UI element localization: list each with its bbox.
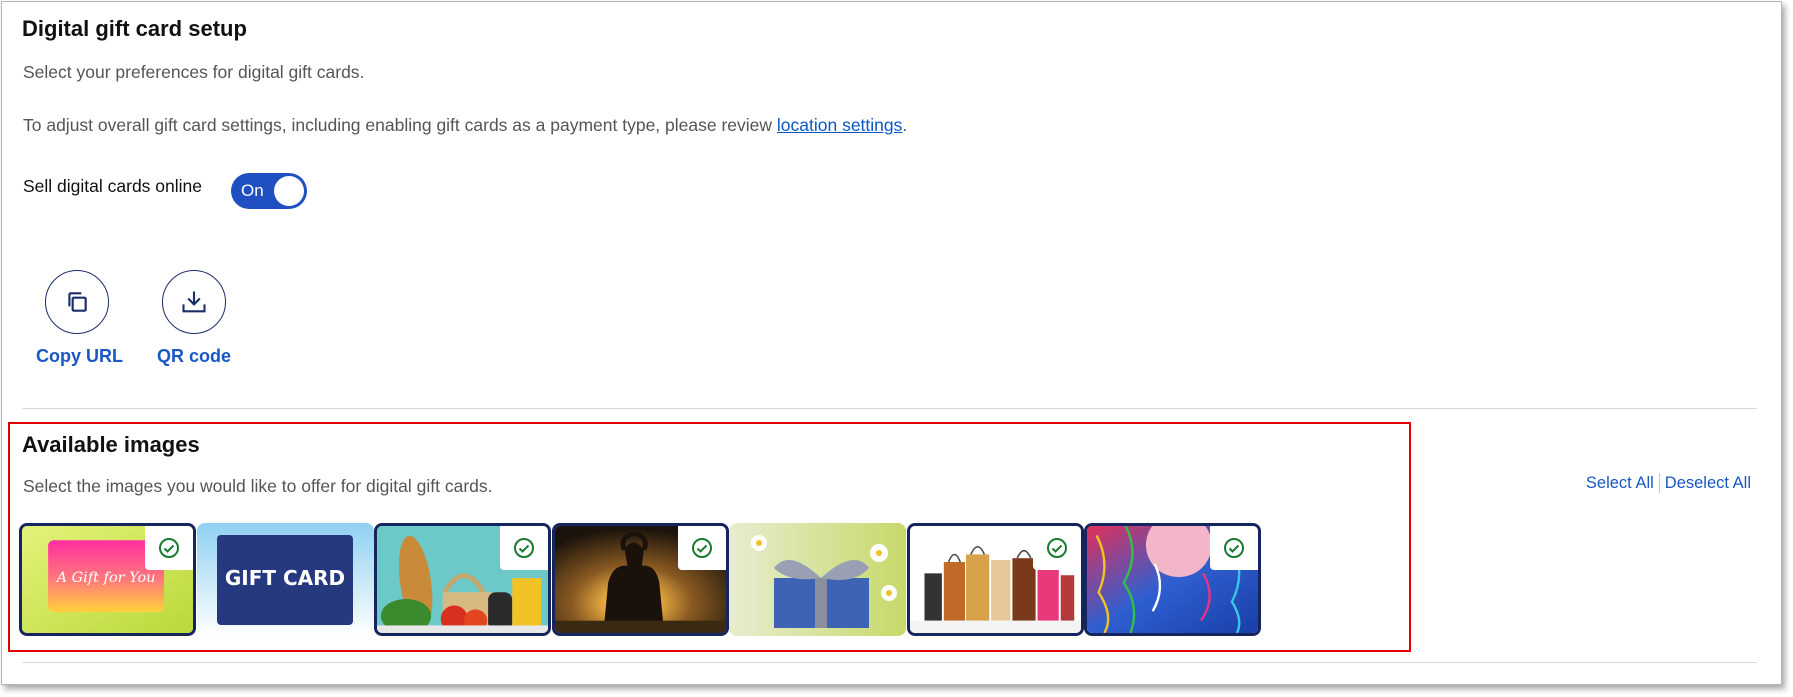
copy-url-button[interactable]: Copy URL: [36, 270, 123, 367]
sell-online-toggle[interactable]: On: [231, 173, 307, 209]
download-icon: [162, 270, 226, 334]
section-divider: [22, 408, 1757, 409]
adjust-settings-prefix: To adjust overall gift card settings, in…: [23, 115, 777, 135]
qr-code-button[interactable]: QR code: [153, 270, 235, 367]
available-images-highlight: [8, 422, 1411, 652]
deselect-all-link[interactable]: Deselect All: [1665, 474, 1751, 493]
section-divider: [22, 662, 1757, 663]
toggle-knob: [274, 176, 304, 206]
page-title: Digital gift card setup: [22, 16, 247, 41]
sell-online-label: Sell digital cards online: [23, 176, 202, 196]
adjust-settings-suffix: .: [902, 115, 908, 135]
copy-url-label: Copy URL: [36, 346, 123, 366]
gift-card-settings-panel: Digital gift card setup Select your pref…: [1, 1, 1782, 685]
link-separator: [1658, 473, 1660, 493]
location-settings-link[interactable]: location settings: [777, 115, 903, 135]
adjust-settings-text: To adjust overall gift card settings, in…: [23, 115, 907, 136]
select-all-link[interactable]: Select All: [1586, 474, 1654, 493]
copy-icon: [45, 270, 109, 334]
toggle-state-label: On: [241, 181, 264, 200]
qr-code-label: QR code: [156, 346, 231, 366]
page-subtitle: Select your preferences for digital gift…: [23, 62, 365, 82]
select-links: Select All Deselect All: [1586, 473, 1751, 493]
